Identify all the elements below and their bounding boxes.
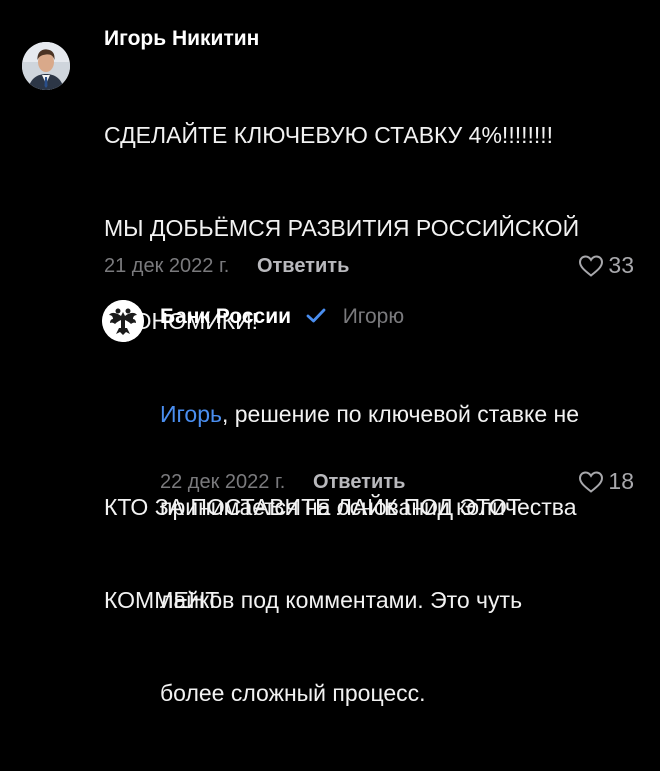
reply-to-label[interactable]: Игорю [343,305,404,328]
heart-icon [579,470,604,493]
reply-line: более сложный процесс. [160,680,426,706]
like-count: 33 [608,252,634,278]
reply-line: Игорь, решение по ключевой ставке не [160,399,579,430]
comment-line: СДЕЛАЙТЕ КЛЮЧЕВУЮ СТАВКУ 4%!!!!!!!! [104,122,554,148]
reply-text: Игорь, решение по ключевой ставке не при… [160,337,579,771]
reply-author-row: Банк России Игорю [160,305,404,329]
reply-reply-button[interactable]: Ответить [313,471,405,493]
reply-like-count: 18 [608,468,634,494]
reply-author[interactable]: Банк России [160,305,291,328]
reply-line: лайков под комментами. Это чуть [160,587,523,613]
like-button[interactable]: 33 [578,252,634,279]
reply-like-button[interactable]: 18 [578,468,634,495]
double-headed-eagle-icon [102,300,144,342]
reply-meta: 22 дек 2022 г. Ответить [160,471,405,494]
reply-date: 22 дек 2022 г. [160,471,286,493]
comment-meta: 21 дек 2022 г. Ответить [104,255,349,278]
comment-date: 21 дек 2022 г. [104,255,230,277]
mention-link[interactable]: Игорь [160,401,222,427]
comment-author[interactable]: Игорь Никитин [104,27,259,51]
verified-check-icon [306,308,326,323]
avatar-igor[interactable] [22,42,70,90]
reply-button[interactable]: Ответить [257,255,349,277]
comment-line: МЫ ДОБЬЁМСЯ РАЗВИТИЯ РОССИЙСКОЙ [104,215,580,241]
heart-icon [579,254,604,277]
avatar-photo-icon [22,42,70,90]
avatar-bank-russia[interactable] [102,300,144,342]
reply-line-rest: , решение по ключевой ставке не [221,401,579,427]
reply-line: принимается на основании количества [160,494,577,520]
